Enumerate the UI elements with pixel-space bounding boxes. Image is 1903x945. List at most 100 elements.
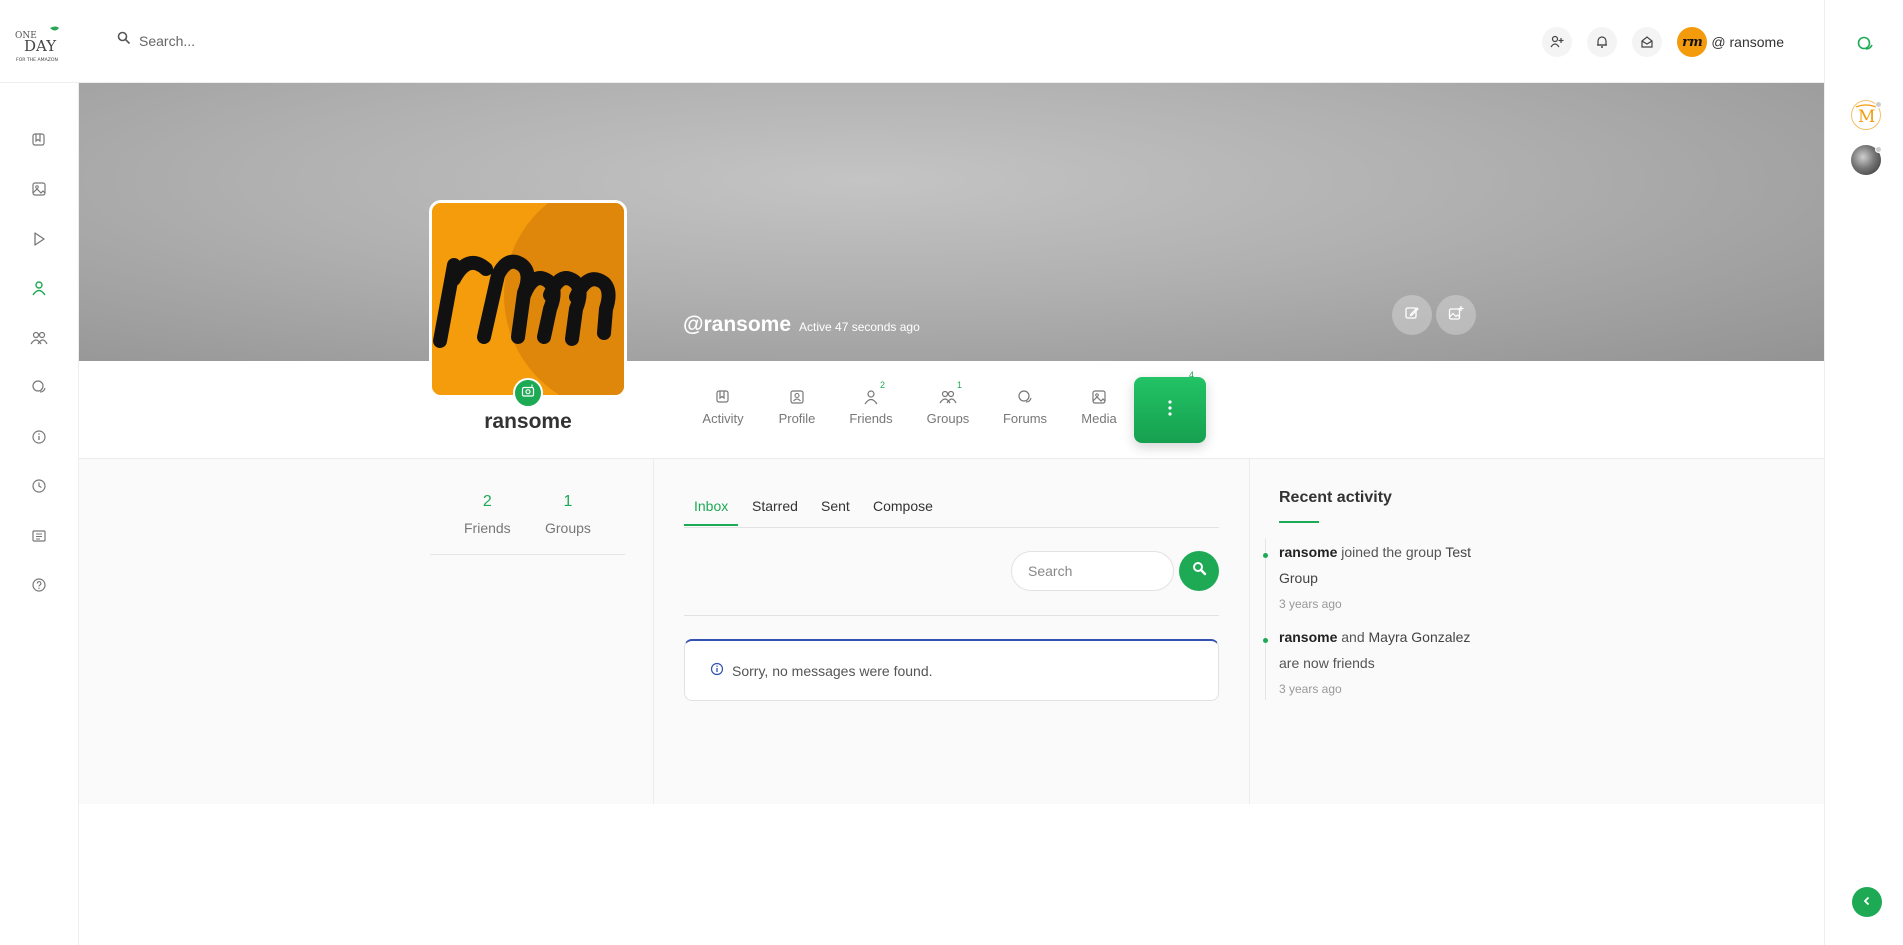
- cover-title: @ransome Active 47 seconds ago: [683, 313, 920, 337]
- profile-icon: [790, 390, 804, 404]
- stat-label: Friends: [464, 520, 511, 536]
- notice-text: Sorry, no messages were found.: [732, 662, 933, 679]
- messages-search-input[interactable]: [1011, 551, 1174, 591]
- tab-profile[interactable]: Profile: [762, 389, 832, 426]
- tab-compose[interactable]: Compose: [873, 498, 933, 524]
- change-avatar-button[interactable]: [513, 378, 543, 408]
- tab-sent[interactable]: Sent: [821, 498, 850, 524]
- activity-time: 3 years ago: [1279, 682, 1342, 696]
- activity-actor[interactable]: ransome: [1279, 544, 1337, 560]
- inbox-icon[interactable]: [1632, 27, 1663, 57]
- friends-stat[interactable]: 2 Friends: [464, 493, 511, 536]
- image-plus-icon: [1448, 305, 1464, 326]
- timeline-dot: [1263, 553, 1268, 558]
- friends-count-badge: 2: [880, 380, 886, 390]
- change-cover-button[interactable]: [1436, 295, 1476, 335]
- profile-handle: @ransome: [683, 313, 792, 336]
- groups-icon: [939, 390, 957, 404]
- tab-label: Groups: [926, 411, 970, 426]
- global-search[interactable]: [117, 31, 339, 50]
- tab-forums[interactable]: Forums: [990, 389, 1060, 426]
- tab-label: Forums: [1002, 411, 1048, 426]
- chat-icon[interactable]: [1856, 35, 1874, 58]
- search-input[interactable]: [139, 32, 339, 49]
- site-logo[interactable]: ONE DAY FOR THE AMAZON: [14, 24, 66, 64]
- status-dot: [1875, 101, 1882, 108]
- activity-icon[interactable]: [29, 130, 49, 150]
- divider: [684, 615, 1219, 616]
- recent-activity-title: Recent activity: [1279, 489, 1392, 506]
- video-icon[interactable]: [29, 229, 49, 249]
- tab-inbox[interactable]: Inbox: [684, 498, 739, 526]
- clock-icon[interactable]: [29, 476, 49, 496]
- activity-time: 3 years ago: [1279, 597, 1342, 611]
- more-vertical-icon: [1167, 399, 1173, 422]
- logo-line-3: FOR THE AMAZON: [16, 57, 58, 63]
- avatar: rm: [1677, 27, 1708, 57]
- activity-actor[interactable]: ransome: [1279, 629, 1337, 645]
- tab-label: Profile: [778, 411, 816, 426]
- edit-profile-button[interactable]: [1392, 295, 1432, 335]
- activity-target[interactable]: Mayra Gonzalez: [1369, 629, 1471, 645]
- info-icon[interactable]: [29, 427, 49, 447]
- svg-text:M: M: [1858, 107, 1875, 127]
- stat-label: Groups: [545, 520, 591, 536]
- activity-icon: [716, 390, 729, 403]
- bell-icon[interactable]: [1587, 27, 1618, 57]
- user-handle: @ ransome: [1711, 34, 1784, 50]
- activity-text: joined the group: [1337, 544, 1446, 560]
- tab-friends[interactable]: 2 Friends: [836, 380, 906, 426]
- news-icon[interactable]: [29, 526, 49, 546]
- top-bar: ONE DAY FOR THE AMAZON rm @ ransome: [0, 0, 1824, 83]
- activity-item: ransome joined the group Test Group 3 ye…: [1279, 539, 1479, 613]
- empty-messages-notice: Sorry, no messages were found.: [684, 639, 1219, 701]
- timeline-dot: [1263, 638, 1268, 643]
- collapse-button[interactable]: [1852, 887, 1882, 917]
- cover-photo: @ransome Active 47 seconds ago: [79, 83, 1824, 361]
- profile-stats: 2 Friends 1 Groups: [430, 490, 625, 555]
- tab-label: Activity: [702, 411, 744, 426]
- groups-stat[interactable]: 1 Groups: [545, 493, 591, 536]
- profile-name: ransome: [484, 410, 572, 433]
- search-icon: [117, 31, 131, 50]
- messages-search-button[interactable]: [1179, 551, 1219, 591]
- stat-value: 2: [482, 493, 492, 510]
- activity-item: ransome and Mayra Gonzalez are now frien…: [1279, 624, 1479, 698]
- messages-tabs: Inbox Starred Sent Compose: [684, 494, 1219, 528]
- column-divider: [1249, 459, 1250, 804]
- media-icon: [1092, 390, 1106, 404]
- forums-icon[interactable]: [29, 377, 49, 397]
- top-actions: rm @ ransome: [1542, 27, 1824, 57]
- logo-line-2: DAY: [24, 37, 57, 55]
- last-active: Active 47 seconds ago: [799, 320, 920, 334]
- tab-groups[interactable]: 1 Groups: [913, 380, 983, 426]
- media-icon[interactable]: [29, 179, 49, 199]
- members-icon[interactable]: [29, 278, 49, 298]
- help-icon[interactable]: [29, 575, 49, 595]
- chevron-left-icon: [1862, 893, 1872, 911]
- tab-activity[interactable]: Activity: [688, 389, 758, 426]
- right-sidebar: M: [1824, 0, 1903, 945]
- profile-nav: Activity Profile 2 Friends 1 Groups Foru…: [79, 361, 1824, 459]
- profile-avatar[interactable]: [429, 200, 627, 398]
- edit-icon: [1404, 305, 1420, 326]
- add-friend-icon[interactable]: [1542, 27, 1573, 57]
- status-dot: [1875, 146, 1882, 153]
- user-menu[interactable]: rm @ ransome: [1677, 27, 1784, 57]
- tab-media[interactable]: Media: [1064, 389, 1134, 426]
- column-divider: [653, 459, 654, 804]
- activity-text: and: [1337, 629, 1369, 645]
- friends-icon: [864, 390, 878, 405]
- stat-value: 1: [563, 493, 573, 510]
- title-underline: [1279, 521, 1319, 523]
- tab-label: Media: [1081, 411, 1117, 426]
- groups-icon[interactable]: [29, 328, 49, 348]
- camera-icon: [521, 384, 535, 403]
- forums-icon: [1018, 390, 1032, 403]
- activity-text: are now friends: [1279, 655, 1375, 671]
- info-icon: [710, 662, 724, 679]
- more-button[interactable]: [1134, 377, 1206, 443]
- tab-label: Friends: [849, 411, 893, 426]
- groups-count-badge: 1: [957, 380, 963, 390]
- tab-starred[interactable]: Starred: [752, 498, 798, 524]
